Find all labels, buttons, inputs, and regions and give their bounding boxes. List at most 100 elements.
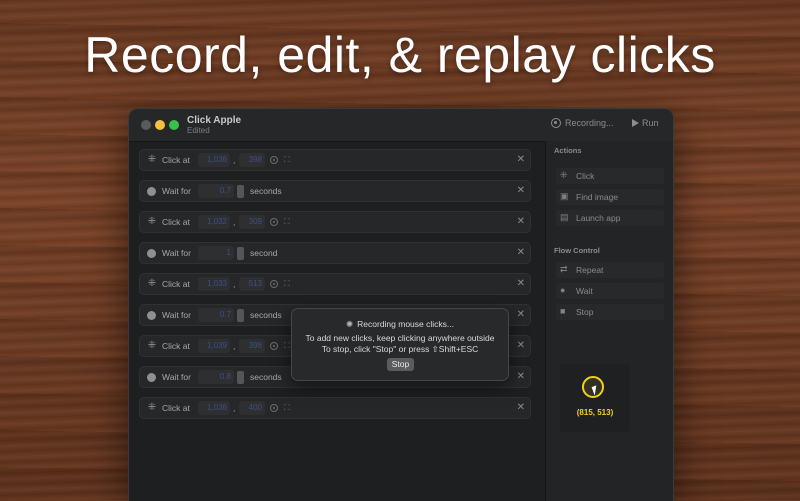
sidebar-item-launch-app[interactable]: ▤ Launch app <box>556 210 664 226</box>
pick-location-icon[interactable] <box>270 342 278 350</box>
step-label: Wait for <box>162 186 191 196</box>
step-row[interactable]: Wait for 1 second ✕ <box>139 242 531 264</box>
headline: Record, edit, & replay clicks <box>84 27 716 83</box>
comma-separator: , <box>233 217 236 227</box>
y-coordinate-field[interactable]: 513 <box>239 277 265 291</box>
run-label: Run <box>642 118 659 128</box>
x-coordinate-field[interactable]: 1,033 <box>198 277 230 291</box>
step-row[interactable]: ⁜ Click at 1,033 , 513 ⛶ ✕ <box>139 273 531 295</box>
click-icon: ⁜ <box>147 340 157 351</box>
step-label: Click at <box>162 403 190 413</box>
delete-step-button[interactable]: ✕ <box>517 216 525 227</box>
maximize-window-button[interactable] <box>169 120 179 130</box>
step-label: Click at <box>162 341 190 351</box>
wait-icon <box>147 373 156 382</box>
sidebar-item-stop[interactable]: ■ Stop <box>556 304 664 320</box>
wait-icon: ● <box>560 285 566 295</box>
wait-duration-field[interactable]: 0.8 <box>198 370 234 384</box>
delete-step-button[interactable]: ✕ <box>517 247 525 258</box>
x-coordinate-field[interactable]: 1,039 <box>198 339 230 353</box>
wait-icon <box>147 249 156 258</box>
minimize-window-button[interactable] <box>155 120 165 130</box>
app-icon: ▤ <box>560 212 569 222</box>
recording-label: Recording... <box>565 118 614 128</box>
sidebar-item-label: Wait <box>576 286 593 296</box>
duration-stepper[interactable] <box>237 247 244 260</box>
click-icon: ⁜ <box>147 216 157 227</box>
expand-icon[interactable]: ⛶ <box>284 404 292 412</box>
y-coordinate-field[interactable]: 398 <box>239 153 265 167</box>
step-row[interactable]: ⁜ Click at 1,036 , 400 ⛶ ✕ <box>139 397 531 419</box>
expand-icon[interactable]: ⛶ <box>284 218 292 226</box>
duration-unit: seconds <box>250 372 282 382</box>
sidebar-item-label: Launch app <box>576 213 621 223</box>
run-button[interactable]: Run <box>632 118 659 128</box>
duration-stepper[interactable] <box>237 309 244 322</box>
popover-instruction-add: To add new clicks, keep clicking anywher… <box>305 333 495 343</box>
duration-stepper[interactable] <box>237 185 244 198</box>
window-title: Click Apple <box>187 115 242 126</box>
step-label: Wait for <box>162 310 191 320</box>
sidebar: Actions ⁜ Click ▣ Find image ▤ Launch ap… <box>545 141 673 501</box>
delete-step-button[interactable]: ✕ <box>517 154 525 165</box>
click-icon: ⁜ <box>147 278 157 289</box>
delete-step-button[interactable]: ✕ <box>517 278 525 289</box>
duration-stepper[interactable] <box>237 371 244 384</box>
delete-step-button[interactable]: ✕ <box>517 185 525 196</box>
step-label: Wait for <box>162 248 191 258</box>
delete-step-button[interactable]: ✕ <box>517 402 525 413</box>
cursor-coordinates: (815, 513) <box>576 408 614 417</box>
sidebar-item-label: Click <box>576 171 595 181</box>
wait-duration-field[interactable]: 0.7 <box>198 184 234 198</box>
actions-section-title: Actions <box>554 146 582 155</box>
title-bar: Click Apple Edited Recording... Run <box>129 109 673 142</box>
sidebar-item-find-image[interactable]: ▣ Find image <box>556 189 664 205</box>
step-row[interactable]: ⁜ Click at 1,032 , 309 ⛶ ✕ <box>139 211 531 233</box>
delete-step-button[interactable]: ✕ <box>517 309 525 320</box>
flow-control-section-title: Flow Control <box>554 246 600 255</box>
expand-icon[interactable]: ⛶ <box>284 156 292 164</box>
duration-unit: second <box>250 248 278 258</box>
wait-icon <box>147 187 156 196</box>
step-row[interactable]: ⁜ Click at 1,036 , 398 ⛶ ✕ <box>139 149 531 171</box>
popover-instruction-stop: To stop, click "Stop" or press ⇧Shift+ES… <box>321 344 479 354</box>
pick-location-icon[interactable] <box>270 156 278 164</box>
x-coordinate-field[interactable]: 1,036 <box>198 401 230 415</box>
image-icon: ▣ <box>560 191 569 201</box>
comma-separator: , <box>233 341 236 351</box>
delete-step-button[interactable]: ✕ <box>517 371 525 382</box>
comma-separator: , <box>233 279 236 289</box>
expand-icon[interactable]: ⛶ <box>284 280 292 288</box>
sidebar-item-click[interactable]: ⁜ Click <box>556 168 664 184</box>
x-coordinate-field[interactable]: 1,036 <box>198 153 230 167</box>
pick-location-icon[interactable] <box>270 218 278 226</box>
comma-separator: , <box>233 155 236 165</box>
wait-duration-field[interactable]: 1 <box>198 246 234 260</box>
step-label: Click at <box>162 217 190 227</box>
wait-icon <box>147 311 156 320</box>
popover-title: Recording mouse clicks... <box>357 319 454 329</box>
delete-step-button[interactable]: ✕ <box>517 340 525 351</box>
x-coordinate-field[interactable]: 1,032 <box>198 215 230 229</box>
pick-location-icon[interactable] <box>270 280 278 288</box>
sidebar-item-label: Repeat <box>576 265 604 275</box>
comma-separator: , <box>233 403 236 413</box>
recording-popover: ✺ Recording mouse clicks... To add new cl… <box>291 308 509 381</box>
sidebar-item-repeat[interactable]: ⇄ Repeat <box>556 262 664 278</box>
close-window-button[interactable] <box>141 120 151 130</box>
y-coordinate-field[interactable]: 309 <box>239 215 265 229</box>
duration-unit: seconds <box>250 310 282 320</box>
stop-icon: ■ <box>560 306 566 316</box>
sidebar-item-label: Stop <box>576 307 594 317</box>
y-coordinate-field[interactable]: 400 <box>239 401 265 415</box>
click-icon: ⁜ <box>147 402 157 413</box>
pick-location-icon[interactable] <box>270 404 278 412</box>
y-coordinate-field[interactable]: 398 <box>239 339 265 353</box>
recording-button[interactable]: Recording... <box>551 118 614 128</box>
sidebar-item-wait[interactable]: ● Wait <box>556 283 664 299</box>
wait-duration-field[interactable]: 0.7 <box>198 308 234 322</box>
play-icon <box>632 119 639 127</box>
app-window: Click Apple Edited Recording... Run ⁜ Cl… <box>128 108 674 501</box>
step-row[interactable]: Wait for 0.7 seconds ✕ <box>139 180 531 202</box>
stop-button[interactable]: Stop <box>387 358 414 371</box>
